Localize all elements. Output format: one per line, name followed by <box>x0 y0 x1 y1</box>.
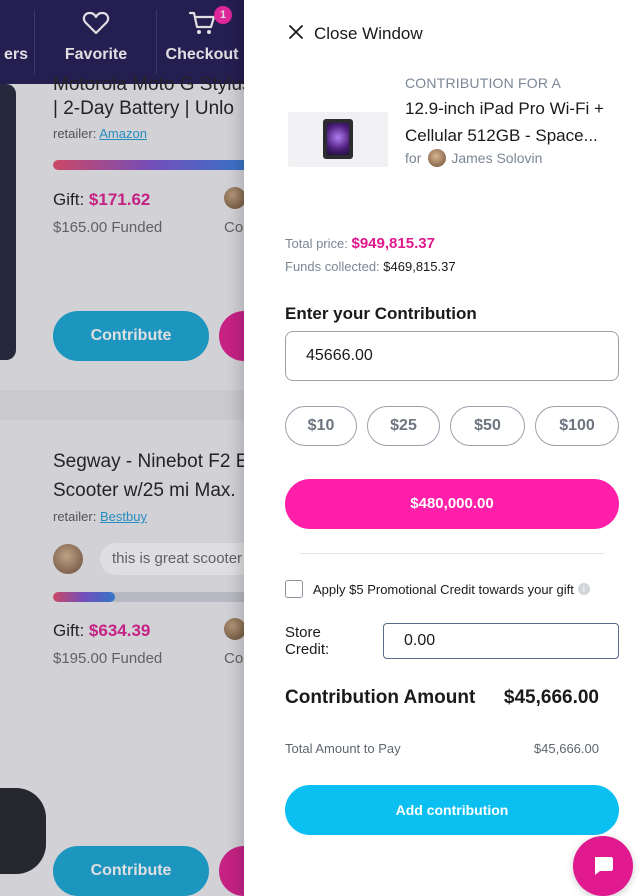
store-credit-label: Store Credit: <box>285 624 330 658</box>
product-name: 12.9-inch iPad Pro Wi-Fi + Cellular 512G… <box>405 99 604 145</box>
promo-credit-checkbox[interactable] <box>285 580 303 598</box>
avatar <box>428 149 447 167</box>
contribution-amount-input[interactable] <box>285 331 619 381</box>
contribution-drawer: Close Window CONTRIBUTION FOR A 12.9-inc… <box>244 0 642 896</box>
divider <box>300 553 604 554</box>
chat-button[interactable] <box>573 836 633 896</box>
close-window-button[interactable]: Close Window <box>288 22 423 46</box>
recipient-row: for James Solovin <box>405 149 542 167</box>
total-price-value: $949,815.37 <box>351 235 435 252</box>
total-price-label: Total price: <box>285 236 348 251</box>
contribution-for-label: CONTRIBUTION FOR A <box>405 75 562 91</box>
funds-collected-row: Funds collected: $469,815.37 <box>285 259 456 274</box>
contribution-amount-value: $45,666.00 <box>503 687 599 708</box>
total-to-pay-value: $45,666.00 <box>533 741 599 756</box>
funds-collected-value: $469,815.37 <box>383 259 456 274</box>
close-icon <box>288 24 304 45</box>
preset-100-button[interactable]: $100 <box>535 406 619 446</box>
preset-50-button[interactable]: $50 <box>450 406 525 446</box>
funds-collected-label: Funds collected: <box>285 259 380 274</box>
preset-25-button[interactable]: $25 <box>367 406 440 446</box>
total-price-row: Total price: $949,815.37 <box>285 235 435 252</box>
remaining-total-button[interactable]: $480,000.00 <box>285 479 619 529</box>
preset-10-button[interactable]: $10 <box>285 406 357 446</box>
add-contribution-button[interactable]: Add contribution <box>285 785 619 835</box>
ipad-image <box>323 119 353 159</box>
contribution-heading: Enter your Contribution <box>285 304 477 323</box>
promo-credit-label: Apply $5 Promotional Credit towards your… <box>313 581 574 597</box>
info-icon[interactable]: i <box>577 583 590 595</box>
for-label: for <box>405 150 422 166</box>
store-credit-input[interactable] <box>383 623 619 659</box>
product-thumbnail <box>288 112 388 167</box>
total-to-pay-label: Total Amount to Pay <box>285 741 401 756</box>
close-window-label: Close Window <box>314 24 423 43</box>
recipient-name: James Solovin <box>451 150 543 166</box>
contribution-amount-label: Contribution Amount <box>285 687 476 708</box>
promo-credit-row: Apply $5 Promotional Credit towards your… <box>285 580 590 598</box>
overlay-backdrop[interactable] <box>0 0 244 896</box>
